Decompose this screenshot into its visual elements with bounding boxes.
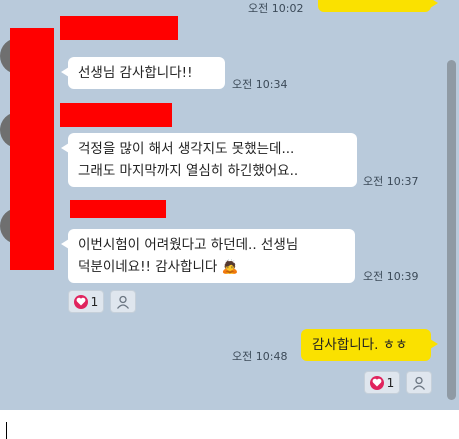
bowing-emoji-icon: 🙇 [221, 259, 239, 275]
person-icon [116, 295, 130, 309]
like-reaction-button[interactable]: 1 [68, 290, 104, 313]
outgoing-bubble-partial[interactable] [318, 0, 438, 12]
message-text: 선생님 감사합니다!! [78, 65, 193, 81]
message-time: 오전 10:39 [363, 270, 419, 283]
message-text-line: 이번시험이 어려웠다고 하던데.. 선생님 [78, 237, 299, 253]
chat-area: 오전 10:02 선생님 감사합니다!! 오전 10:34 걱정을 많이 해서 … [0, 0, 459, 410]
text-cursor [6, 422, 7, 439]
heart-icon [369, 375, 384, 390]
person-icon [412, 376, 426, 390]
redaction-block [60, 16, 178, 40]
reaction-count: 1 [90, 294, 99, 309]
message-text-line: 걱정을 많이 해서 생각지도 못했는데... [78, 141, 295, 157]
message-time: 오전 10:02 [248, 2, 304, 15]
message-text-line: 그래도 마지막까지 열심히 하긴했어요.. [78, 163, 299, 179]
redaction-block [60, 103, 172, 127]
outgoing-bubble[interactable]: 감사합니다. ㅎㅎ [301, 329, 438, 361]
message-time: 오전 10:37 [363, 175, 419, 188]
heart-icon [73, 294, 88, 309]
message-input[interactable] [0, 410, 459, 439]
reactor-list-button[interactable] [110, 290, 136, 313]
message-time: 오전 10:48 [232, 350, 288, 363]
like-reaction-button[interactable]: 1 [364, 371, 400, 394]
redaction-block [70, 200, 166, 218]
scrollbar[interactable] [445, 0, 459, 410]
reactor-list-button[interactable] [406, 371, 432, 394]
incoming-bubble[interactable]: 선생님 감사합니다!! [61, 57, 225, 89]
incoming-bubble[interactable]: 걱정을 많이 해서 생각지도 못했는데... 그래도 마지막까지 열심히 하긴했… [61, 133, 357, 187]
message-time: 오전 10:34 [232, 78, 288, 91]
reaction-count: 1 [386, 375, 395, 390]
redaction-block [10, 28, 54, 270]
scroll-thumb[interactable] [447, 60, 456, 400]
message-text: 감사합니다. ㅎㅎ [312, 337, 408, 353]
incoming-bubble[interactable]: 이번시험이 어려웠다고 하던데.. 선생님 덕분이네요!! 감사합니다 🙇 [61, 229, 355, 283]
message-text-line: 덕분이네요!! 감사합니다 [78, 259, 218, 275]
